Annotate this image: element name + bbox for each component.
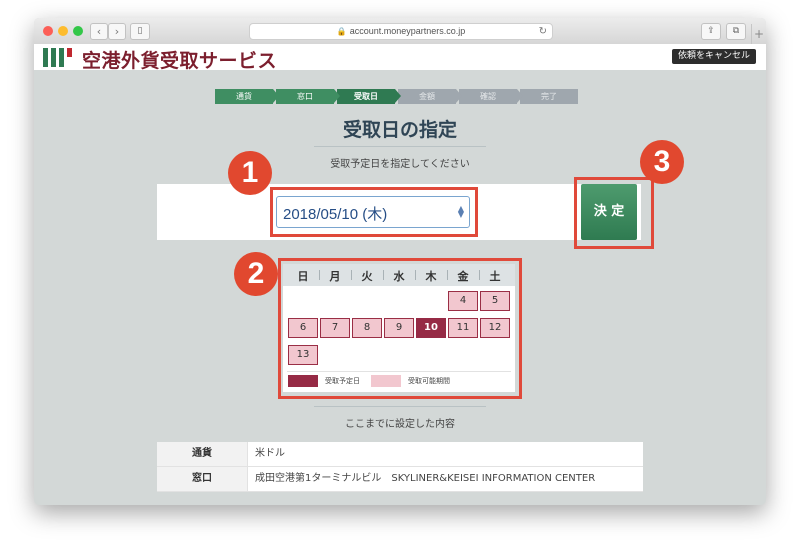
step-5: 確認 bbox=[459, 89, 523, 104]
step-arrow-icon bbox=[456, 89, 462, 103]
step-arrow-icon bbox=[395, 89, 401, 103]
annotation-badge-2: 2 bbox=[234, 252, 278, 296]
step-1: 通貨 bbox=[215, 89, 279, 104]
plus-icon: + bbox=[753, 27, 765, 41]
chevron-right-icon: › bbox=[114, 25, 120, 38]
summary-row-currency: 通貨 米ドル bbox=[157, 442, 643, 467]
site-header: 空港外貨受取サービス 依頼をキャンセル bbox=[34, 44, 766, 72]
sidebar-toggle-button[interactable]: ▯ bbox=[130, 23, 150, 40]
annotation-badge-1: 1 bbox=[228, 151, 272, 195]
divider bbox=[314, 406, 486, 407]
close-window-button[interactable] bbox=[43, 26, 53, 36]
site-logo bbox=[43, 48, 73, 67]
tabs-button[interactable]: ⧉ bbox=[726, 23, 746, 40]
step-label: 通貨 bbox=[236, 92, 252, 101]
sidebar-icon: ▯ bbox=[137, 26, 143, 36]
site-title: 空港外貨受取サービス bbox=[82, 50, 278, 72]
step-6: 完了 bbox=[520, 89, 578, 104]
url-text: account.moneypartners.co.jp bbox=[349, 26, 466, 36]
summary-value: 成田空港第1ターミナルビル SKYLINER&KEISEI INFORMATIO… bbox=[255, 473, 596, 484]
page-title: 受取日の指定 bbox=[342, 119, 457, 141]
forward-button[interactable]: › bbox=[108, 23, 126, 40]
highlight-box-3 bbox=[574, 177, 654, 249]
step-2: 窓口 bbox=[276, 89, 340, 104]
summary-value: 米ドル bbox=[255, 448, 285, 459]
summary-label: ここまでに設定した内容 bbox=[345, 419, 455, 430]
summary-table: 通貨 米ドル 窓口 成田空港第1ターミナルビル SKYLINER&KEISEI … bbox=[157, 442, 643, 492]
step-arrow-icon bbox=[517, 89, 523, 103]
browser-toolbar: ‹ › ▯ 🔒 account.moneypartners.co.jp ↻ ⇪ ⧉… bbox=[34, 18, 766, 45]
divider bbox=[314, 146, 486, 147]
step-label: 確認 bbox=[480, 92, 496, 101]
summary-key: 通貨 bbox=[157, 442, 248, 466]
highlight-box-1 bbox=[270, 187, 478, 237]
browser-window: ‹ › ▯ 🔒 account.moneypartners.co.jp ↻ ⇪ ⧉… bbox=[34, 18, 766, 505]
highlight-box-2 bbox=[278, 258, 522, 399]
address-bar[interactable]: 🔒 account.moneypartners.co.jp ↻ bbox=[249, 23, 553, 40]
summary-row-counter: 窓口 成田空港第1ターミナルビル SKYLINER&KEISEI INFORMA… bbox=[157, 467, 643, 492]
summary-key: 窓口 bbox=[157, 467, 248, 491]
step-4: 金額 bbox=[398, 89, 462, 104]
step-arrow-icon bbox=[273, 89, 279, 103]
reload-icon[interactable]: ↻ bbox=[539, 24, 547, 39]
chevron-left-icon: ‹ bbox=[96, 25, 102, 38]
share-button[interactable]: ⇪ bbox=[701, 23, 721, 40]
tabs-icon: ⧉ bbox=[732, 26, 740, 36]
step-arrow-icon bbox=[334, 89, 340, 103]
share-icon: ⇪ bbox=[707, 26, 715, 36]
lock-icon: 🔒 bbox=[336, 27, 347, 36]
back-button[interactable]: ‹ bbox=[90, 23, 108, 40]
step-label: 完了 bbox=[541, 92, 557, 101]
step-label: 受取日 bbox=[354, 92, 378, 101]
step-3: 受取日 bbox=[337, 89, 401, 104]
step-label: 窓口 bbox=[297, 92, 313, 101]
step-label: 金額 bbox=[419, 92, 435, 101]
new-tab-button[interactable]: + bbox=[751, 24, 766, 44]
minimize-window-button[interactable] bbox=[58, 26, 68, 36]
annotation-badge-3: 3 bbox=[640, 140, 684, 184]
zoom-window-button[interactable] bbox=[73, 26, 83, 36]
cancel-request-button[interactable]: 依頼をキャンセル bbox=[672, 49, 756, 64]
